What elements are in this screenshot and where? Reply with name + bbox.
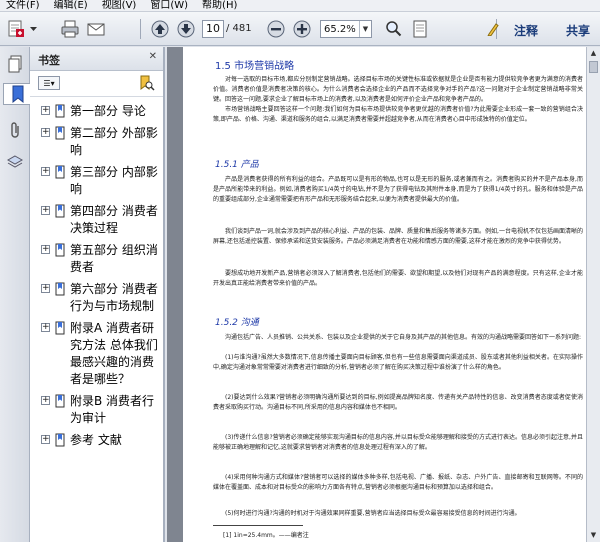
bookmark-icon	[55, 433, 65, 452]
bookmark-label: 参考 文献	[70, 433, 122, 447]
email-icon[interactable]	[84, 17, 108, 41]
bookmark-item[interactable]: + 第三部分 内部影响	[30, 164, 163, 198]
bookmark-icon	[55, 394, 65, 413]
menu-file[interactable]: 文件(F)	[6, 0, 40, 12]
vertical-scrollbar[interactable]: ▲ ▼	[586, 47, 600, 542]
footnote: [1] 1in=25.4mm。——编者注	[223, 532, 309, 539]
annotate-button[interactable]: 注释	[514, 22, 538, 39]
bookmark-item[interactable]: + 第四部分 消费者决策过程	[30, 203, 163, 237]
chevron-down-icon[interactable]: ▼	[359, 21, 371, 37]
bookmarks-icon[interactable]	[3, 83, 31, 105]
chevron-down-icon[interactable]	[28, 17, 38, 41]
share-button[interactable]: 共享	[566, 22, 590, 39]
pages-icon[interactable]	[4, 53, 26, 75]
attachments-icon[interactable]	[4, 119, 26, 141]
zoom-in-icon[interactable]	[290, 17, 314, 41]
zoom-value: 65.2%	[324, 23, 356, 35]
footnote-rule	[213, 525, 303, 526]
menu-view[interactable]: 视图(V)	[102, 0, 137, 12]
menu-bar: 文件(F) 编辑(E) 视图(V) 窗口(W) 帮助(H)	[0, 0, 600, 12]
toolbar: 10 / 481 65.2% ▼ 注释 共享	[0, 12, 600, 46]
bookmark-label: 第五部分 组织消费者	[70, 243, 158, 274]
expand-icon[interactable]: +	[41, 396, 50, 405]
paragraph: 要想成功地开发新产品,营销者必须深入了解消费者,包括他们的需要、欲望和期望,以及…	[213, 270, 583, 287]
menu-window[interactable]: 窗口(W)	[150, 0, 188, 12]
scroll-thumb[interactable]	[589, 61, 598, 73]
bookmark-list: + 第一部分 导论 + 第二部分 外部影响 + 第三部分 内部影响 + 第四部分…	[30, 97, 163, 449]
expand-icon[interactable]: +	[41, 106, 50, 115]
bookmark-item[interactable]: + 附录A 消费者研究方法 总体我们最感兴趣的消费者是哪些？	[30, 320, 163, 388]
page-total: / 481	[226, 23, 252, 34]
scroll-down-icon[interactable]: ▼	[589, 531, 598, 540]
prev-page-icon[interactable]	[148, 17, 172, 41]
paragraph: 沟通包括广告、人员推销、公共关系、包装以及企业提供的关于它自身及其产品的其他信息…	[225, 334, 582, 341]
subsection-heading: 1.5.2 沟通	[215, 318, 259, 328]
bookmark-label: 第三部分 内部影响	[70, 165, 158, 196]
expand-icon[interactable]: +	[41, 323, 50, 332]
navigation-strip	[0, 47, 31, 542]
bookmark-icon	[55, 204, 65, 223]
paragraph: (5)何时进行沟通?沟通的时机对于沟通效果同样重要,营销者应当选择目标受众最容易…	[225, 510, 521, 517]
expand-icon[interactable]: +	[41, 206, 50, 215]
bookmark-item[interactable]: + 参考 文献	[30, 432, 163, 449]
expand-icon[interactable]: +	[41, 245, 50, 254]
zoom-out-icon[interactable]	[264, 17, 288, 41]
bookmark-label: 第四部分 消费者决策过程	[70, 204, 158, 235]
bookmark-icon	[55, 321, 65, 340]
subsection-heading: 1.5.1 产品	[215, 160, 259, 170]
options-menu-icon[interactable]: ☰▾	[38, 76, 60, 90]
paragraph: 市场营销战略主要回答这样一个问题:我们如何为目标市场提供较竞争者更优越的消费者价…	[213, 106, 583, 123]
find-bookmark-icon[interactable]	[137, 74, 155, 95]
bookmark-item[interactable]: + 附录B 消费者行为审计	[30, 393, 163, 427]
bookmark-label: 附录B 消费者行为审计	[70, 394, 155, 425]
bookmark-item[interactable]: + 第一部分 导论	[30, 103, 163, 120]
find-icon[interactable]	[382, 17, 406, 41]
bookmark-icon	[55, 282, 65, 301]
bookmark-item[interactable]: + 第五部分 组织消费者	[30, 242, 163, 276]
print-icon[interactable]	[58, 17, 82, 41]
paragraph: 我们谈到产品一词,就会涉及到产品的核心利益、产品的包装、品牌、质量和售后服务等诸…	[213, 228, 583, 245]
zoom-select[interactable]: 65.2% ▼	[320, 20, 372, 38]
bookmark-label: 第二部分 外部影响	[70, 126, 158, 157]
bookmarks-header: 书签 ✕	[30, 47, 163, 71]
bookmark-icon	[55, 126, 65, 145]
paragraph: (3)传递什么信息?营销者必须确定能够实现沟通目标的信息内容,并以目标受众能够理…	[213, 434, 583, 451]
bookmark-label: 第六部分 消费者行为与市场规制	[70, 282, 158, 313]
paragraph: 对每一选取的目标市场,都应分别制定营销战略。选择目标市场的关键性标准或依据就是企…	[213, 76, 583, 103]
close-icon[interactable]: ✕	[149, 51, 157, 62]
bookmark-icon	[55, 104, 65, 123]
paragraph: (4)采用何种沟通方式和媒体?营销者可以选择的媒体多种多样,包括电视、广播、报纸…	[213, 474, 583, 491]
bookmark-icon	[55, 165, 65, 184]
create-pdf-icon[interactable]	[4, 17, 28, 41]
bookmark-label: 附录A 消费者研究方法 总体我们最感兴趣的消费者是哪些？	[70, 321, 158, 386]
next-page-icon[interactable]	[174, 17, 198, 41]
bookmarks-panel: 书签 ✕ ☰▾ + 第一部分 导论 + 第二部分 外部影响 + 第三部分 内部影…	[30, 47, 165, 542]
menu-help[interactable]: 帮助(H)	[202, 0, 237, 12]
expand-icon[interactable]: +	[41, 284, 50, 293]
annotate-icon[interactable]	[486, 17, 500, 41]
paragraph: 产品是消费者获得的所有利益的组合。产品既可以是有形的物品,也可以是无形的服务,或…	[213, 176, 583, 203]
pdf-page: 1.5 市场营销战略 对每一选取的目标市场,都应分别制定营销战略。选择目标市场的…	[183, 47, 586, 542]
bookmarks-title: 书签	[38, 54, 60, 67]
menu-edit[interactable]: 编辑(E)	[54, 0, 88, 12]
bookmarks-toolbar: ☰▾	[30, 71, 163, 97]
page-number-input[interactable]: 10	[202, 20, 224, 38]
fit-page-icon[interactable]	[408, 17, 432, 41]
scroll-up-icon[interactable]: ▲	[589, 49, 598, 58]
section-heading: 1.5 市场营销战略	[215, 61, 295, 72]
bookmark-label: 第一部分 导论	[70, 104, 146, 118]
expand-icon[interactable]: +	[41, 435, 50, 444]
document-view[interactable]: 1.5 市场营销战略 对每一选取的目标市场,都应分别制定营销战略。选择目标市场的…	[167, 47, 586, 542]
bookmark-item[interactable]: + 第六部分 消费者行为与市场规制	[30, 281, 163, 315]
expand-icon[interactable]: +	[41, 167, 50, 176]
paragraph: (1)与谁沟通?虽然大多数情况下,信息传播主要面向目标顾客,但也有一些信息需要面…	[213, 354, 583, 371]
expand-icon[interactable]: +	[41, 128, 50, 137]
layers-icon[interactable]	[4, 151, 26, 173]
bookmark-item[interactable]: + 第二部分 外部影响	[30, 125, 163, 159]
paragraph: (2)要达到什么效果?营销者必须明确沟通所要达到的目标,例如提高品牌知名度、传递…	[213, 394, 583, 411]
bookmark-icon	[55, 243, 65, 262]
